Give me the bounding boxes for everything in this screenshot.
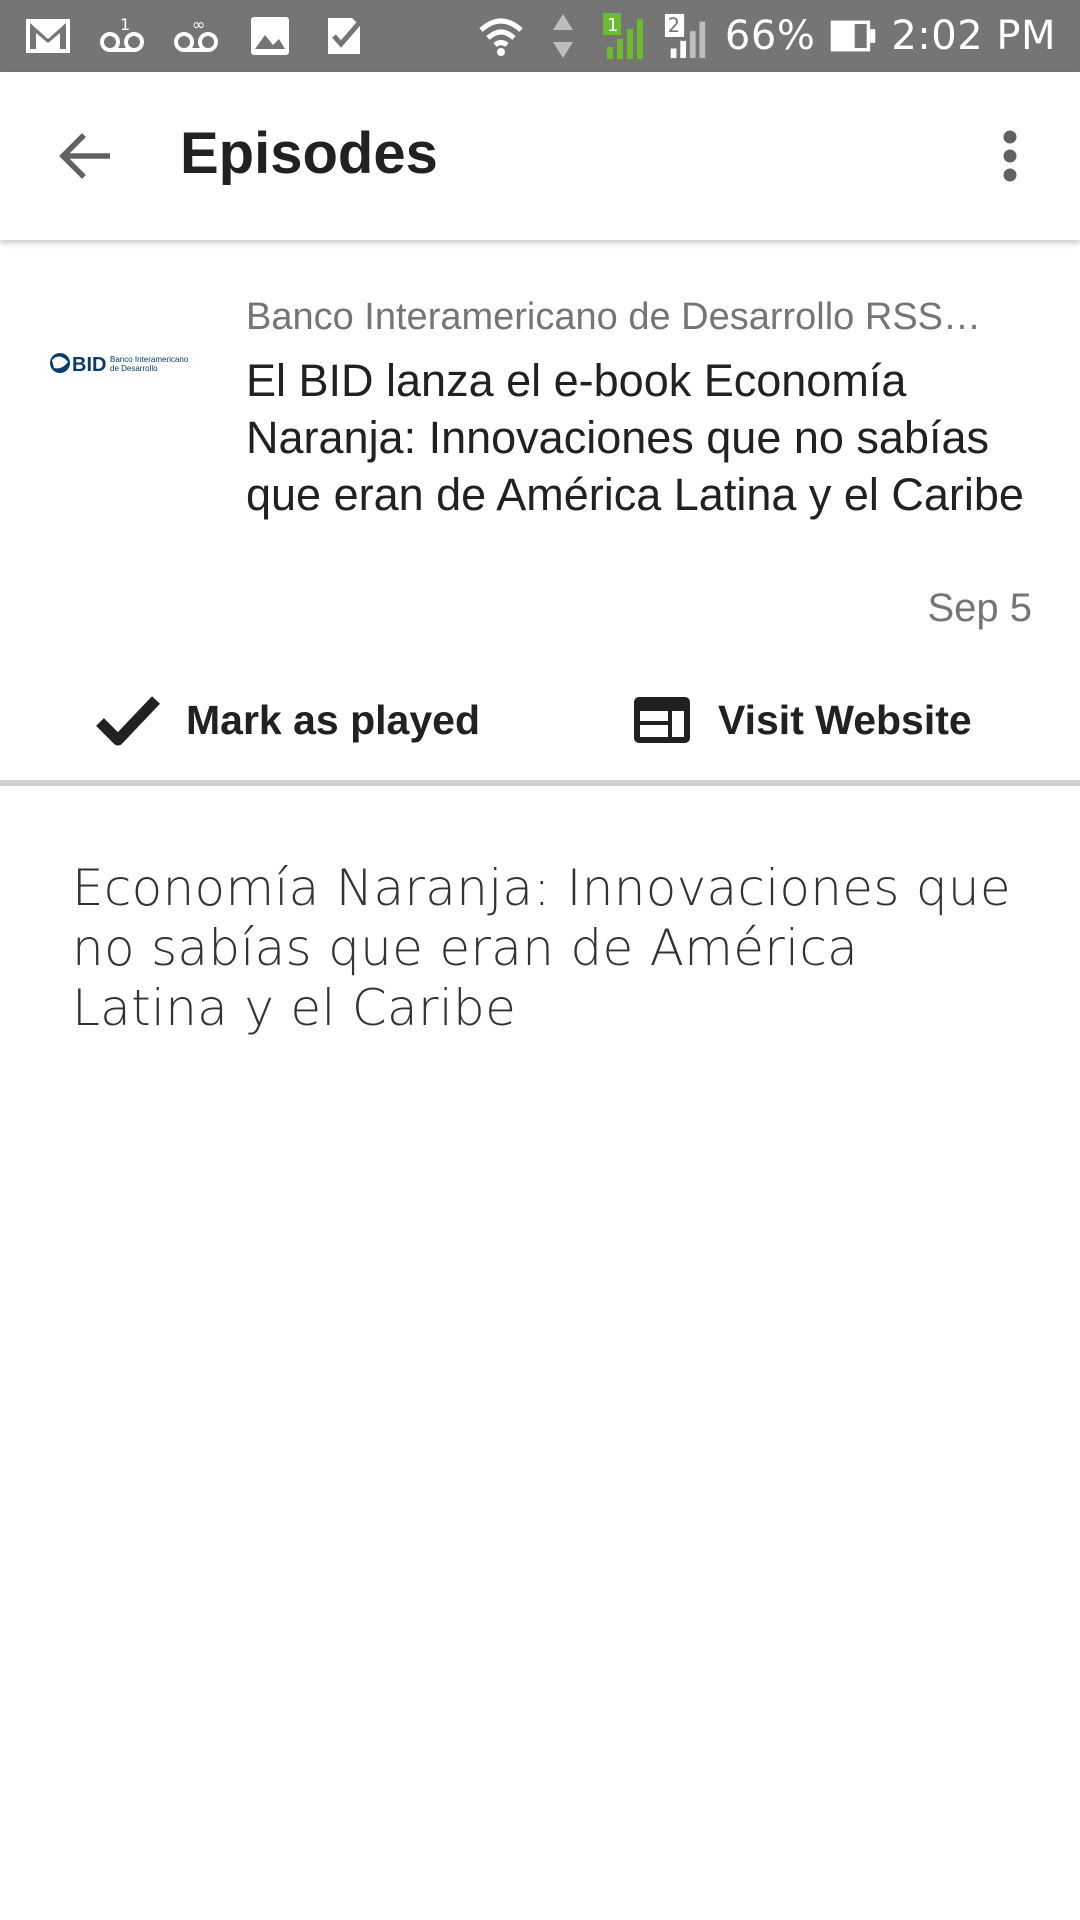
podcast-name[interactable]: Banco Interamericano de Desarrollo RSS… [246,296,1036,339]
battery-percent: 66% [724,13,816,59]
sim-label: 2 [668,14,680,37]
page-title: Episodes [180,121,438,186]
logo-text: BID [72,354,106,376]
episode-description: Economía Naranja: Innovaciones que no sa… [72,859,1011,1037]
checkbox-icon [320,12,368,60]
voicemail-icon: 1 [98,12,146,60]
more-options-button[interactable] [970,116,1050,196]
app-bar: Episodes [0,72,1080,240]
mark-as-played-label: Mark as played [186,696,480,743]
web-icon [634,697,690,743]
battery-icon [829,12,877,60]
svg-text:∞: ∞ [192,16,205,34]
system-icons: 1 2 66% 2:02 PM [477,12,1056,60]
visit-website-button[interactable]: Visit Website [632,670,972,770]
mark-as-played-button[interactable]: Mark as played [96,670,480,770]
back-button[interactable] [44,116,124,196]
episode-title: El BID lanza el e-book Economía Naranja:… [246,355,1024,520]
svg-text:Banco Interamericano: Banco Interamericano [110,355,189,364]
episode-header: BID Banco Interamericano de Desarrollo B… [0,240,1080,786]
episode-actions: Mark as played Visit Website [0,670,1080,770]
divider [0,780,1080,786]
visit-website-label: Visit Website [718,696,972,743]
checkmark-icon [96,696,160,746]
data-arrows-icon [539,12,587,60]
svg-text:1: 1 [607,15,618,36]
status-bar: 1 ∞ 1 2 66% 2:02 PM [0,0,1080,72]
arrow-back-icon [59,133,110,179]
wifi-icon [477,12,525,60]
bid-logo-icon: BID Banco Interamericano de Desarrollo [50,353,189,376]
more-vert-icon [1003,130,1017,182]
signal-sim2-icon: 2 [663,12,711,60]
svg-text:de Desarrollo: de Desarrollo [110,364,158,373]
image-icon [246,12,294,60]
clock: 2:02 PM [891,13,1056,59]
episode-date: Sep 5 [927,586,1032,630]
gmail-icon [24,12,72,60]
notification-icons: 1 ∞ [24,12,368,60]
podcast-artwork: BID Banco Interamericano de Desarrollo [48,340,198,386]
signal-sim1-icon: 1 [601,12,649,60]
svg-text:1: 1 [120,16,130,34]
voicemail-icon: ∞ [172,12,220,60]
